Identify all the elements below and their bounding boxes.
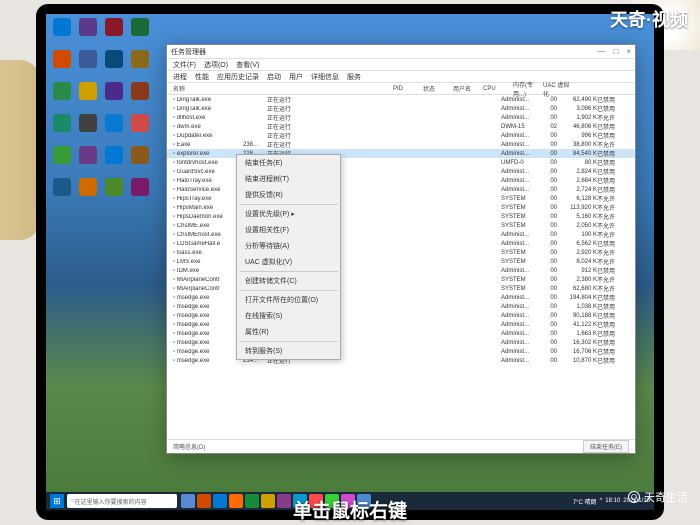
context-menu-item[interactable]: 打开文件所在的位置(O) [237,292,340,308]
context-menu-item[interactable]: 设置相关性(F) [237,222,340,238]
context-menu-item[interactable]: UAC 虚拟化(V) [237,254,340,270]
context-menu-item[interactable]: 提供反馈(R) [237,187,340,203]
search-placeholder: 在这里输入你要搜索的内容 [75,497,147,506]
desktop-icon[interactable] [128,82,152,112]
column-header[interactable]: 用户名 [453,84,483,93]
desktop-icon[interactable] [128,114,152,144]
context-menu-item[interactable]: 转到服务(S) [237,343,340,359]
desktop-icon[interactable] [76,82,100,112]
monitor-frame: 任务管理器 — □ × 文件(F) 选项(O) 查看(V) 进程性能应用历史记录启动… [36,4,664,520]
column-header[interactable]: 状态 [423,84,453,93]
desktop-icon[interactable] [50,18,74,48]
desktop-icon[interactable] [102,178,126,208]
tab[interactable]: 启动 [267,72,281,82]
watermark-bottom-right: Q 天奇生活 [628,489,688,505]
context-menu-item[interactable]: 创建转储文件(C) [237,273,340,289]
process-row[interactable]: ▫ Dupdater.exe正在运行Administ...00996 K已禁用 [167,131,635,140]
video-caption: 单击鼠标右键 [293,496,407,523]
end-task-button[interactable]: 结束任务(E) [583,440,629,453]
maximize-button[interactable]: □ [613,47,618,56]
taskbar-app-icon[interactable] [229,494,243,508]
desktop-icon[interactable] [50,146,74,176]
tab[interactable]: 应用历史记录 [217,72,259,82]
window-titlebar[interactable]: 任务管理器 — □ × [167,45,635,59]
desktop-icon[interactable] [76,114,100,144]
context-menu-item[interactable]: 设置优先级(P) ▸ [237,206,340,222]
context-menu-item[interactable]: 结束进程树(T) [237,171,340,187]
tab[interactable]: 用户 [289,72,303,82]
tab[interactable]: 性能 [195,72,209,82]
clock-time[interactable]: 18:10 [605,498,620,504]
desktop-icon[interactable] [102,114,126,144]
tab[interactable]: 进程 [173,72,187,82]
taskbar-app-icon[interactable] [245,494,259,508]
desktop-icon[interactable] [128,50,152,80]
menu-item[interactable]: 文件(F) [173,60,196,70]
desktop-icon[interactable] [128,178,152,208]
taskbar-app-icon[interactable] [197,494,211,508]
desktop-icon[interactable] [128,146,152,176]
desktop-icon[interactable] [102,146,126,176]
statusbar: 简略信息(D) 结束任务(E) [167,439,635,453]
desktop-icon[interactable] [50,178,74,208]
weather-widget[interactable]: 7°C 晴朗 [573,497,597,506]
context-menu-item[interactable]: 结束任务(E) [237,155,340,171]
desktop-icon[interactable] [76,18,100,48]
context-menu-item[interactable]: 在线搜索(S) [237,308,340,324]
context-menu[interactable]: 结束任务(E)结束进程树(T)提供反馈(R) 设置优先级(P) ▸设置相关性(F)… [236,154,341,360]
column-headers: 名称PID状态用户名CPU内存(专用...)UAC 虚拟化 [167,83,635,95]
desktop-screen: 任务管理器 — □ × 文件(F) 选项(O) 查看(V) 进程性能应用历史记录启动… [46,14,654,510]
desktop-icons-grid [50,18,160,208]
process-row[interactable]: ▫ DingTalk.exe正在运行Administ...003,096 K已禁… [167,104,635,113]
process-row[interactable]: ▫ dwm.exe正在运行DWM-150246,806 K已禁用 [167,122,635,131]
taskbar-app-icon[interactable] [261,494,275,508]
desktop-icon[interactable] [102,82,126,112]
tray-chevron-icon[interactable]: ^ [599,498,602,504]
column-header[interactable]: PID [393,86,423,92]
status-text[interactable]: 简略信息(D) [173,442,205,451]
column-header[interactable]: 名称 [173,84,393,93]
menu-item[interactable]: 选项(O) [204,60,228,70]
desktop-icon[interactable] [76,146,100,176]
process-row[interactable]: ▫ DingTalk.exe正在运行Administ...0062,490 K已… [167,95,635,104]
close-button[interactable]: × [626,47,631,56]
desktop-icon[interactable] [76,50,100,80]
taskbar-app-icon[interactable] [277,494,291,508]
desktop-icon[interactable] [128,18,152,48]
window-title: 任务管理器 [171,47,206,57]
taskbar-app-icon[interactable] [181,494,195,508]
context-menu-item[interactable]: 分析等待链(A) [237,238,340,254]
search-box[interactable]: ○ 在这里输入你要搜索的内容 [67,494,177,508]
desktop-icon[interactable] [76,178,100,208]
tab[interactable]: 详细信息 [311,72,339,82]
desktop-icon[interactable] [50,50,74,80]
column-header[interactable]: CPU [483,86,513,92]
menubar: 文件(F) 选项(O) 查看(V) [167,59,635,71]
desktop-icon[interactable] [102,18,126,48]
taskbar-app-icon[interactable] [213,494,227,508]
start-button[interactable]: ⊞ [50,494,64,508]
minimize-button[interactable]: — [597,47,605,56]
desktop-icon[interactable] [102,50,126,80]
process-row[interactable]: ▫ dllhost.exe正在运行Administ...001,902 K不允许 [167,113,635,122]
q-logo-icon: Q [628,491,640,503]
watermark-top-right: 天奇·视频 [610,6,688,32]
menu-item[interactable]: 查看(V) [236,60,259,70]
desktop-icon[interactable] [50,82,74,112]
context-menu-item[interactable]: 属性(R) [237,324,340,340]
desktop-icon[interactable] [50,114,74,144]
process-row[interactable]: ▫ Eaxe238...正在运行Administ...0038,800 K不允许 [167,140,635,149]
tab[interactable]: 服务 [347,72,361,82]
